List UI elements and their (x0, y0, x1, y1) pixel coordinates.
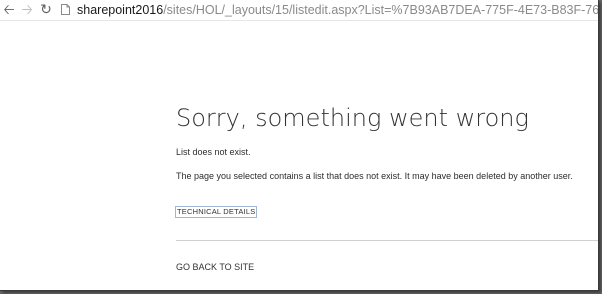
error-message: List does not exist. (176, 147, 251, 157)
url-input[interactable]: sharepoint2016/sites/HOL/_layouts/15/lis… (77, 2, 599, 18)
browser-window: 🡠 🡢 ↻ sharepoint2016/sites/HOL/_layouts/… (0, 0, 599, 291)
page-content: Sorry, something went wrong List does no… (0, 21, 598, 290)
page-icon (61, 4, 70, 15)
url-path: /sites/HOL/_layouts/15/listedit.aspx?Lis… (163, 3, 599, 17)
technical-details-link[interactable]: TECHNICAL DETAILS (175, 206, 258, 218)
refresh-icon[interactable]: ↻ (38, 1, 54, 17)
go-back-to-site-link[interactable]: GO BACK TO SITE (176, 261, 254, 273)
divider (176, 240, 598, 241)
error-title: Sorry, something went wrong (176, 104, 529, 132)
back-arrow-icon[interactable]: 🡠 (1, 1, 17, 17)
address-bar: 🡠 🡢 ↻ sharepoint2016/sites/HOL/_layouts/… (0, 0, 598, 21)
forward-arrow-icon[interactable]: 🡢 (19, 1, 35, 17)
url-host: sharepoint2016 (77, 3, 164, 17)
error-detail: The page you selected contains a list th… (176, 171, 573, 181)
